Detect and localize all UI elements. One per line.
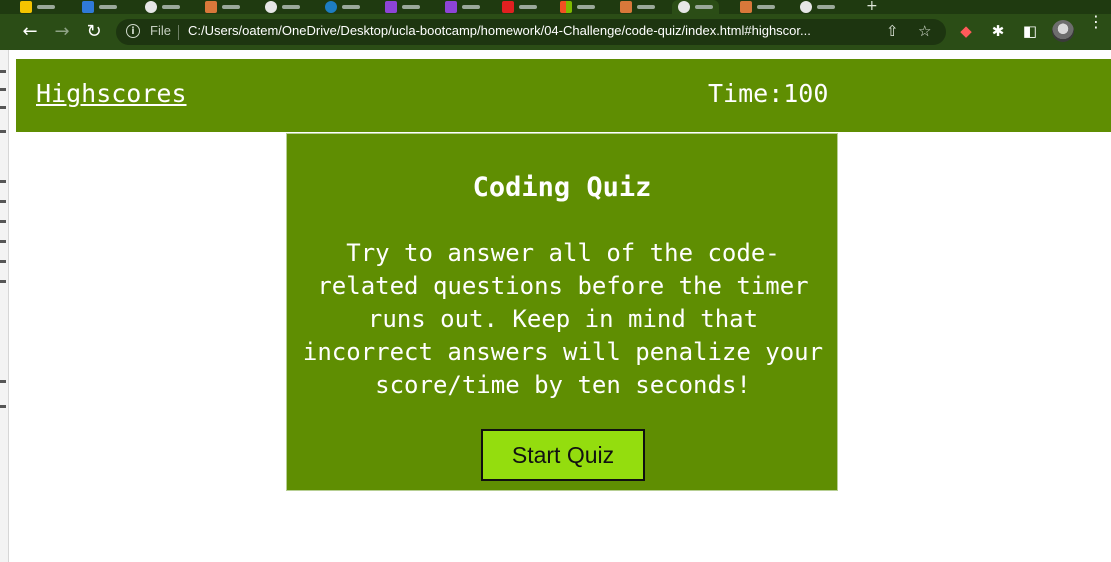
side-panel-icon[interactable]: ◧	[1020, 21, 1040, 41]
info-icon[interactable]: i	[126, 24, 140, 38]
tab-favicon-icon	[82, 1, 94, 13]
github-icon	[265, 1, 277, 13]
new-tab-button[interactable]: +	[866, 0, 878, 14]
tab-favicon-icon	[678, 1, 690, 13]
address-bar[interactable]: i File C:/Users/oatem/OneDrive/Desktop/u…	[116, 19, 946, 45]
tab-favicon-icon	[385, 1, 397, 13]
tab-favicon-icon	[620, 1, 632, 13]
browser-tab[interactable]	[620, 0, 655, 14]
quiz-start-card: Coding Quiz Try to answer all of the cod…	[286, 133, 838, 491]
profile-avatar[interactable]	[1052, 20, 1074, 42]
browser-tab-active[interactable]	[672, 0, 719, 14]
tab-favicon-icon	[740, 1, 752, 13]
github-icon	[145, 1, 157, 13]
reload-icon[interactable]: ↻	[82, 20, 106, 44]
browser-tab[interactable]	[325, 0, 360, 14]
address-divider	[178, 25, 179, 40]
back-arrow-icon[interactable]: ←	[18, 20, 42, 44]
browser-menu-icon[interactable]: ⋮	[1088, 14, 1104, 30]
browser-tab[interactable]	[740, 0, 775, 14]
highscores-link[interactable]: Highscores	[36, 79, 187, 108]
timer-display: Time:100	[708, 79, 829, 108]
browser-tab[interactable]	[385, 0, 420, 14]
browser-tab[interactable]	[800, 0, 835, 14]
browser-tab[interactable]	[205, 0, 240, 14]
github-icon	[800, 1, 812, 13]
browser-tab[interactable]	[502, 0, 537, 14]
tab-favicon-icon	[560, 1, 572, 13]
browser-tab[interactable]	[265, 0, 300, 14]
browser-tab[interactable]	[445, 0, 480, 14]
page-header: Highscores Time:100	[16, 59, 1111, 132]
tab-favicon-icon	[205, 1, 217, 13]
browser-toolbar: ← → ↻ i File C:/Users/oatem/OneDrive/Des…	[0, 14, 1111, 50]
extension-recorder-icon[interactable]: ◆	[956, 21, 976, 41]
browser-tab[interactable]	[560, 0, 595, 14]
tab-favicon-icon	[325, 1, 337, 13]
tab-favicon-icon	[20, 1, 32, 13]
tab-favicon-icon	[502, 1, 514, 13]
browser-tab[interactable]	[82, 0, 117, 14]
tab-favicon-icon	[445, 1, 457, 13]
address-url[interactable]: C:/Users/oatem/OneDrive/Desktop/ucla-boo…	[188, 23, 811, 38]
tab-strip: +	[0, 0, 1111, 14]
share-icon[interactable]: ⇧	[886, 22, 899, 40]
start-quiz-button[interactable]: Start Quiz	[481, 429, 645, 481]
address-scheme-label: File	[150, 23, 171, 38]
browser-tab[interactable]	[145, 0, 180, 14]
extensions-puzzle-icon[interactable]: ✱	[988, 21, 1008, 41]
quiz-title: Coding Quiz	[472, 172, 652, 203]
background-window-edge	[0, 50, 9, 562]
quiz-instructions: Try to answer all of the code-related qu…	[302, 239, 824, 399]
forward-arrow-icon[interactable]: →	[50, 20, 74, 44]
bookmark-star-icon[interactable]: ☆	[918, 22, 931, 40]
browser-tab[interactable]	[20, 0, 55, 14]
